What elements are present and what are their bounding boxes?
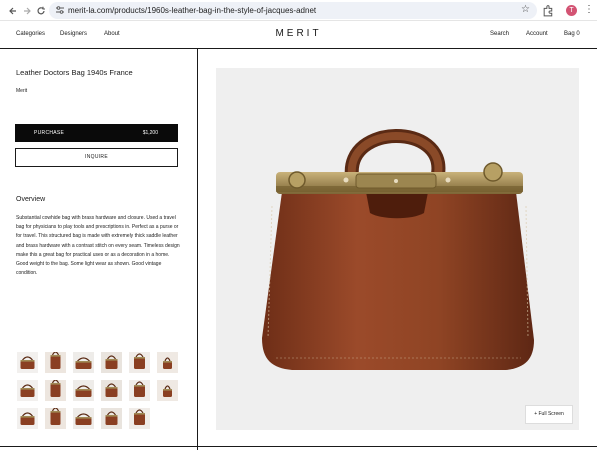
nav-account[interactable]: Account <box>526 31 548 37</box>
thumbnail-16[interactable] <box>101 408 122 429</box>
product-image[interactable] <box>216 68 579 430</box>
thumbnail-3[interactable] <box>73 352 94 373</box>
purchase-label: PURCHASE <box>34 130 65 136</box>
price-label: $1,200 <box>142 130 158 136</box>
browser-toolbar: merit-la.com/products/1960s-leather-bag-… <box>0 0 597 21</box>
site-header: Categories Designers About MERIT Search … <box>0 21 597 49</box>
thumbnail-5[interactable] <box>129 352 150 373</box>
thumbnail-12[interactable] <box>157 380 178 401</box>
profile-avatar[interactable]: T <box>566 5 577 16</box>
site-info-icon[interactable] <box>55 5 65 15</box>
extensions-icon[interactable] <box>542 4 555 17</box>
forward-icon[interactable] <box>20 4 33 17</box>
thumbnail-1[interactable] <box>17 352 38 373</box>
overview-text: Substantial cowhide bag with brass hardw… <box>16 215 180 277</box>
address-bar[interactable]: merit-la.com/products/1960s-leather-bag-… <box>49 2 537 19</box>
nav-bag[interactable]: Bag 0 <box>564 31 580 37</box>
product-title: Leather Doctors Bag 1940s France <box>16 68 133 77</box>
full-screen-button[interactable]: + Full Screen <box>525 405 573 424</box>
thumbnail-15[interactable] <box>73 408 94 429</box>
thumbnail-14[interactable] <box>45 408 66 429</box>
nav-search[interactable]: Search <box>490 31 509 37</box>
footer-rule <box>0 446 597 447</box>
thumbnail-13[interactable] <box>17 408 38 429</box>
thumbnail-4[interactable] <box>101 352 122 373</box>
url-text[interactable]: merit-la.com/products/1960s-leather-bag-… <box>68 4 316 17</box>
purchase-button[interactable]: PURCHASE $1,200 <box>15 124 178 142</box>
thumbnail-17[interactable] <box>129 408 150 429</box>
back-icon[interactable] <box>6 4 19 17</box>
kebab-menu-icon[interactable]: ⋮ <box>584 3 594 17</box>
thumbnail-11[interactable] <box>129 380 150 401</box>
thumbnail-10[interactable] <box>101 380 122 401</box>
thumbnail-2[interactable] <box>45 352 66 373</box>
thumbnail-6[interactable] <box>157 352 178 373</box>
product-designer[interactable]: Merit <box>16 88 27 94</box>
overview-heading: Overview <box>16 196 46 203</box>
reload-icon[interactable] <box>34 4 47 17</box>
thumbnail-7[interactable] <box>17 380 38 401</box>
thumbnail-9[interactable] <box>73 380 94 401</box>
thumbnail-8[interactable] <box>45 380 66 401</box>
star-icon[interactable]: ☆ <box>521 3 530 17</box>
panel-divider <box>197 49 198 450</box>
inquire-button[interactable]: INQUIRE <box>15 148 178 167</box>
